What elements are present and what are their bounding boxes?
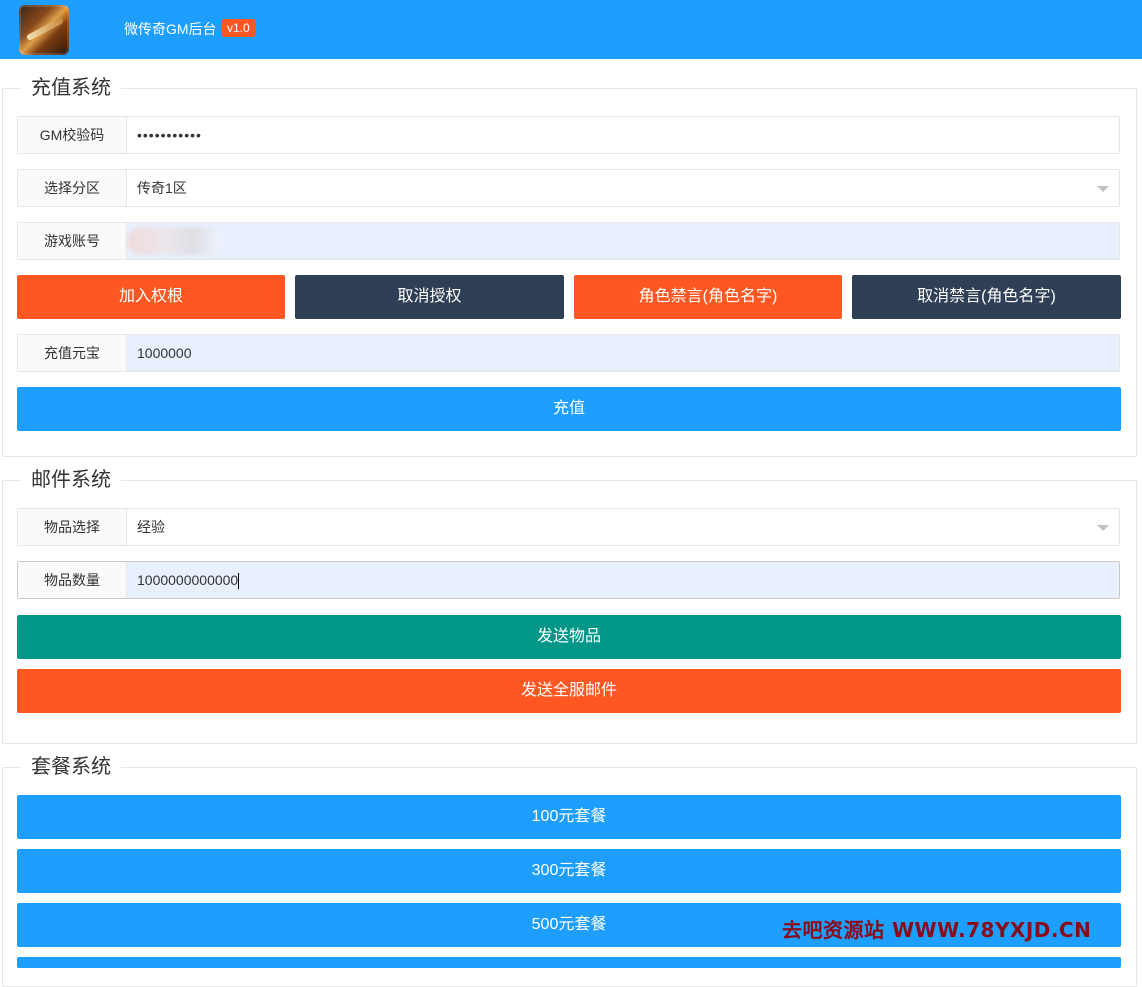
send-all-mail-button[interactable]: 发送全服邮件 <box>17 669 1121 713</box>
server-select-label: 选择分区 <box>18 170 127 206</box>
send-item-button[interactable]: 发送物品 <box>17 615 1121 659</box>
watermark-text: 去吧资源站 WWW.78YXJD.CN <box>782 918 1092 942</box>
mute-role-button[interactable]: 角色禁言(角色名字) <box>574 275 842 319</box>
account-redacted-blur <box>127 227 222 255</box>
text-caret <box>238 573 240 590</box>
gm-code-row: GM校验码 <box>17 116 1120 154</box>
amount-row: 充值元宝 <box>17 334 1120 372</box>
logo-blade-decoration <box>25 16 65 42</box>
item-select-row[interactable]: 物品选择 经验 <box>17 508 1120 546</box>
item-select-value[interactable]: 经验 <box>127 509 1119 545</box>
server-select-row[interactable]: 选择分区 传奇1区 <box>17 169 1120 207</box>
quantity-label: 物品数量 <box>18 562 127 598</box>
account-label: 游戏账号 <box>18 223 127 259</box>
amount-label: 充值元宝 <box>18 335 127 371</box>
top-header: 微传奇GM后台 v1.0 <box>0 0 1142 59</box>
grant-permission-button[interactable]: 加入权根 <box>17 275 285 319</box>
version-badge: v1.0 <box>222 19 255 37</box>
package-next-button-partial[interactable] <box>17 957 1121 968</box>
chevron-down-icon[interactable] <box>1097 186 1109 192</box>
unmute-role-button[interactable]: 取消禁言(角色名字) <box>852 275 1121 319</box>
app-title: 微传奇GM后台 <box>124 21 217 37</box>
quantity-value: 1000000000000 <box>137 572 239 588</box>
package-300-button[interactable]: 300元套餐 <box>17 849 1121 893</box>
item-select-label: 物品选择 <box>18 509 127 545</box>
package-100-button[interactable]: 100元套餐 <box>17 795 1121 839</box>
gm-code-label: GM校验码 <box>18 117 127 153</box>
amount-input[interactable] <box>127 335 1119 371</box>
recharge-button[interactable]: 充值 <box>17 387 1121 431</box>
gm-code-input[interactable] <box>127 117 1119 153</box>
mail-legend: 邮件系统 <box>21 467 121 493</box>
account-row: 游戏账号 <box>17 222 1120 260</box>
chevron-down-icon[interactable] <box>1097 525 1109 531</box>
account-input[interactable] <box>127 223 1119 259</box>
quantity-input[interactable]: 1000000000000 <box>127 562 1119 598</box>
revoke-permission-button[interactable]: 取消授权 <box>295 275 564 319</box>
package-legend: 套餐系统 <box>21 754 121 780</box>
recharge-legend: 充值系统 <box>21 75 121 101</box>
game-logo-icon[interactable] <box>19 5 69 55</box>
server-select-value[interactable]: 传奇1区 <box>127 170 1119 206</box>
quantity-row: 物品数量 1000000000000 <box>17 561 1120 599</box>
